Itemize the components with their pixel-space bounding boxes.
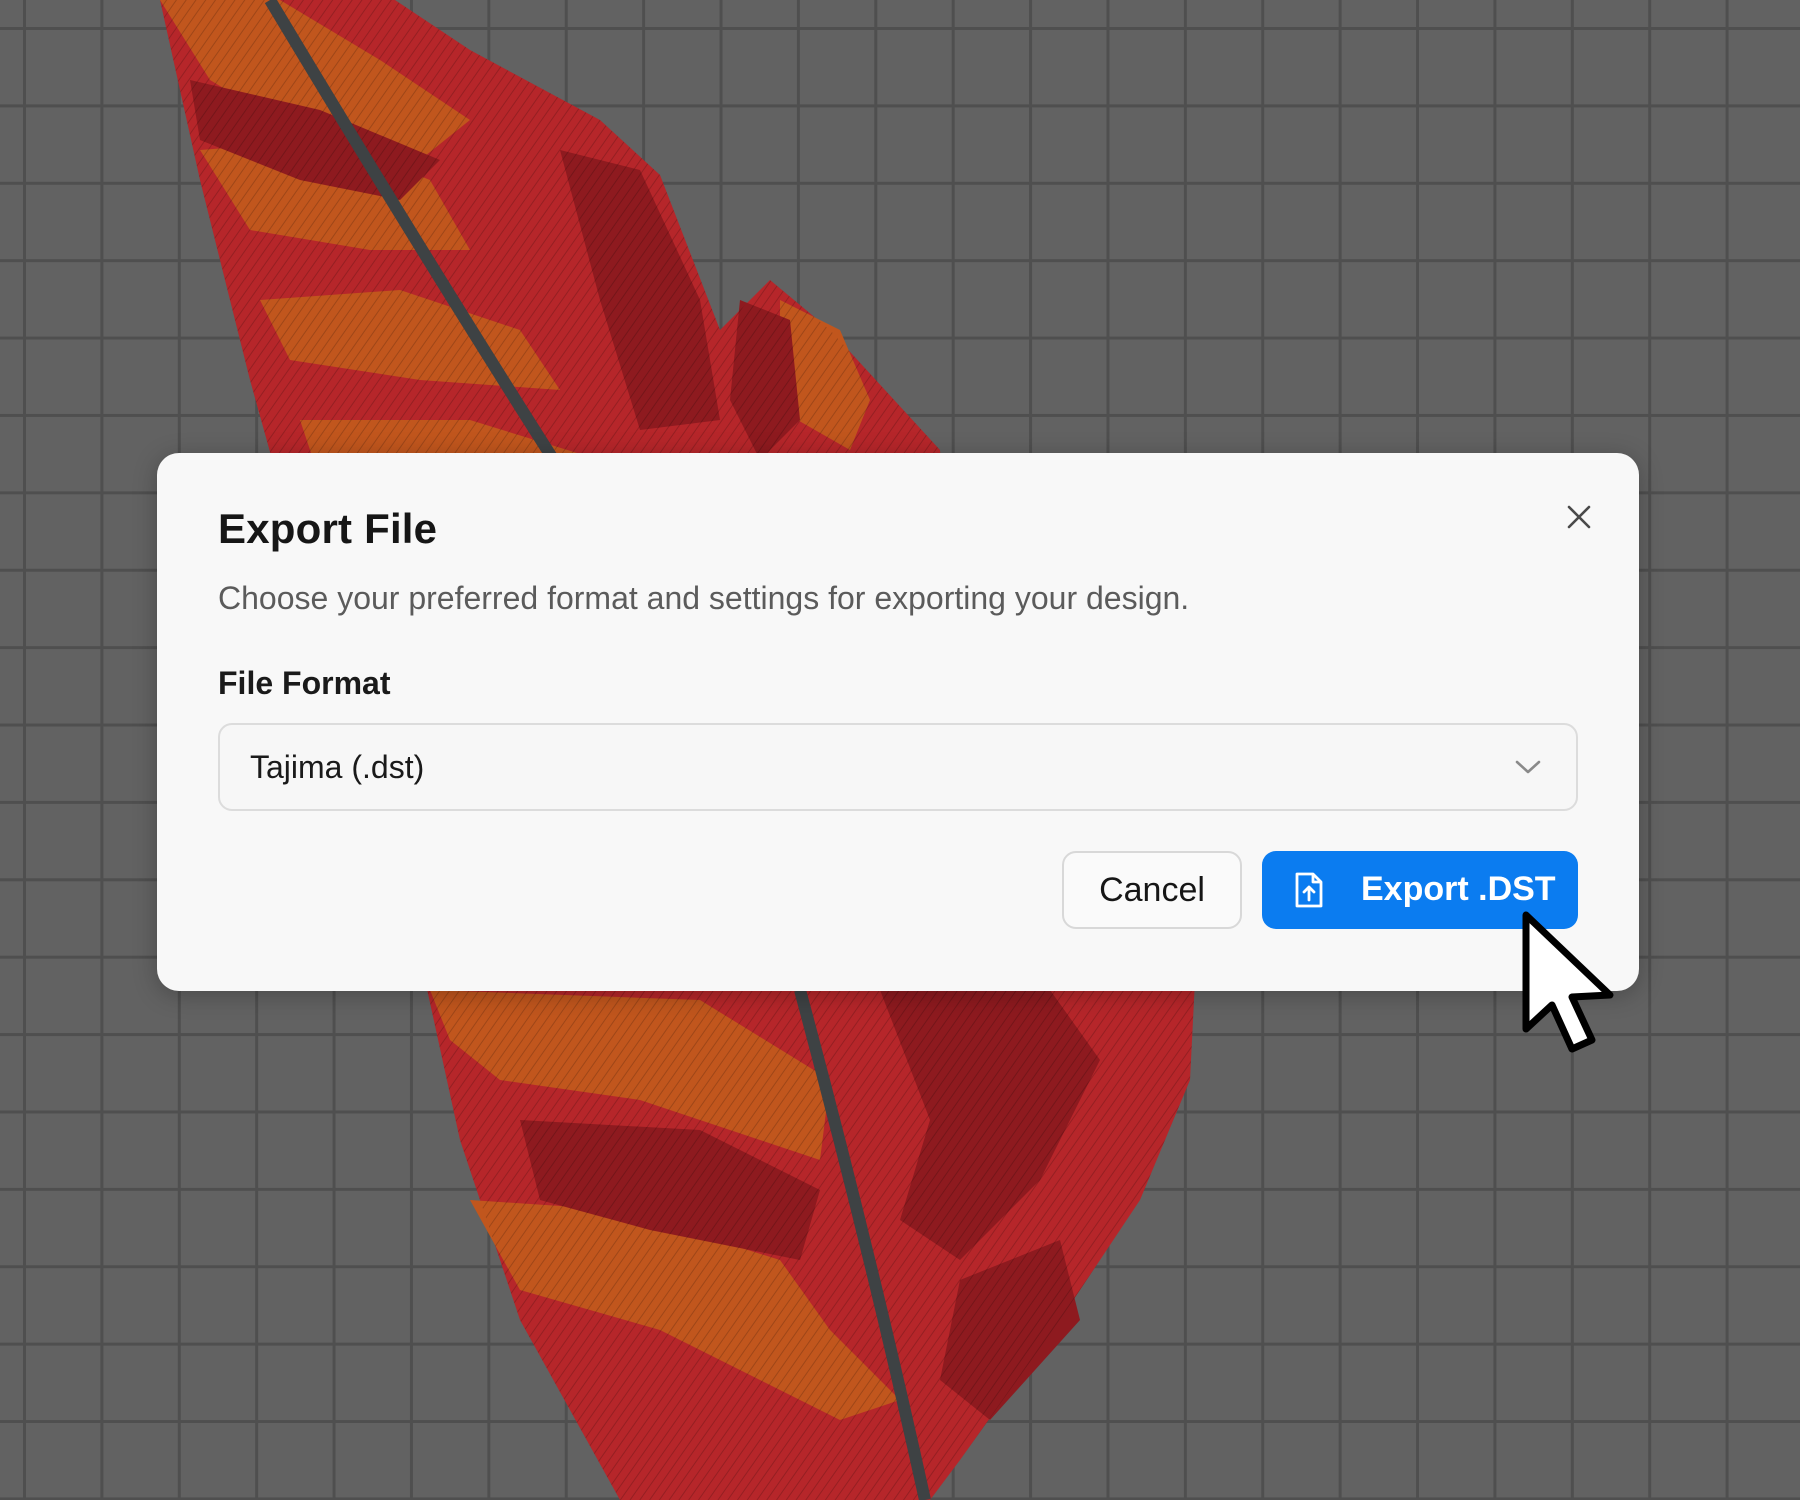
cancel-button-label: Cancel xyxy=(1099,870,1205,909)
dialog-title: Export File xyxy=(218,505,438,552)
cancel-button[interactable]: Cancel xyxy=(1062,851,1242,929)
chevron-down-icon xyxy=(1515,760,1541,774)
design-canvas[interactable]: Export File Choose your preferred format… xyxy=(0,0,1800,1500)
dialog-description: Choose your preferred format and setting… xyxy=(218,580,1190,616)
file-format-selected-value: Tajima (.dst) xyxy=(250,749,425,785)
file-upload-icon xyxy=(1295,872,1323,908)
close-button[interactable] xyxy=(1559,497,1599,537)
close-icon xyxy=(1567,505,1591,529)
mouse-pointer-icon xyxy=(1522,911,1614,1053)
file-format-select[interactable]: Tajima (.dst) xyxy=(218,723,1578,811)
export-button-label: Export .DST xyxy=(1361,870,1556,908)
export-file-dialog: Export File Choose your preferred format… xyxy=(157,453,1639,991)
file-format-label: File Format xyxy=(218,665,391,701)
